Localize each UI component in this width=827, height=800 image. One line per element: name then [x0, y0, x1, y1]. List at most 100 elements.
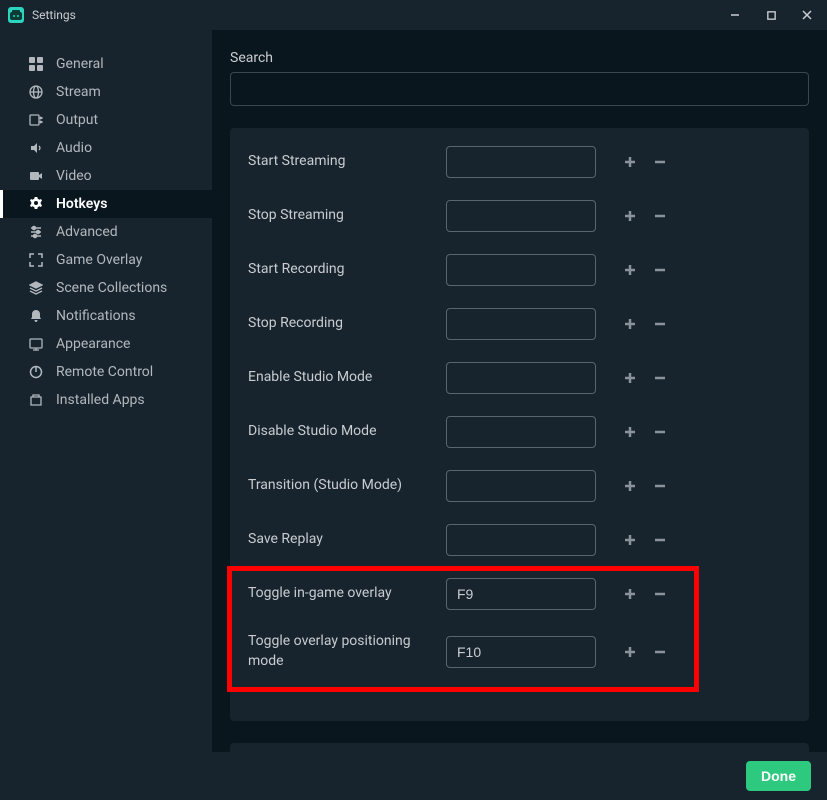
remove-hotkey-button[interactable]	[648, 582, 672, 606]
sidebar-item-label: Hotkeys	[56, 196, 107, 212]
maximize-button[interactable]	[759, 3, 783, 27]
appearance-icon	[28, 336, 44, 352]
add-hotkey-button[interactable]	[618, 312, 642, 336]
hotkey-row-stop-streaming: Stop Streaming	[248, 200, 791, 232]
window-title: Settings	[32, 8, 715, 22]
hotkey-label: Toggle in-game overlay	[248, 584, 436, 604]
add-hotkey-button[interactable]	[618, 474, 642, 498]
hotkey-label: Toggle overlay positioning mode	[248, 632, 436, 671]
hotkey-row-start-recording: Start Recording	[248, 254, 791, 286]
remove-hotkey-button[interactable]	[648, 528, 672, 552]
expand-icon	[28, 252, 44, 268]
sidebar-item-label: Notifications	[56, 308, 136, 324]
hotkey-label: Disable Studio Mode	[248, 422, 436, 442]
sidebar-item-label: Advanced	[56, 224, 118, 240]
sidebar-item-label: Output	[56, 112, 98, 128]
sidebar-item-label: Remote Control	[56, 364, 153, 380]
add-hotkey-button[interactable]	[618, 150, 642, 174]
hotkey-row-stop-recording: Stop Recording	[248, 308, 791, 340]
add-hotkey-button[interactable]	[618, 204, 642, 228]
video-icon	[28, 168, 44, 184]
hotkey-input[interactable]	[446, 308, 596, 340]
minimize-button[interactable]	[723, 3, 747, 27]
content-area: Search Start Streaming Stop Streaming	[212, 30, 827, 752]
remove-hotkey-button[interactable]	[648, 366, 672, 390]
add-hotkey-button[interactable]	[618, 528, 642, 552]
sidebar-item-label: Scene Collections	[56, 280, 167, 296]
add-hotkey-button[interactable]	[618, 582, 642, 606]
output-icon	[28, 112, 44, 128]
remove-hotkey-button[interactable]	[648, 258, 672, 282]
hotkey-row-toggle-positioning: Toggle overlay positioning mode	[248, 632, 791, 671]
hotage-label: Save Replay	[248, 530, 436, 550]
hotkey-label: Start Recording	[248, 260, 436, 280]
remove-hotkey-button[interactable]	[648, 150, 672, 174]
sidebar: General Stream Output Audio Video Hotkey…	[0, 30, 212, 752]
sidebar-item-scene-collections[interactable]: Scene Collections	[0, 274, 212, 302]
hotkey-row-disable-studio-mode: Disable Studio Mode	[248, 416, 791, 448]
remove-hotkey-button[interactable]	[648, 420, 672, 444]
globe-icon	[28, 84, 44, 100]
sidebar-item-notifications[interactable]: Notifications	[0, 302, 212, 330]
sidebar-item-label: Audio	[56, 140, 92, 156]
sidebar-item-game-overlay[interactable]: Game Overlay	[0, 246, 212, 274]
next-panel-preview	[230, 743, 809, 752]
hotkey-row-save-replay: Save Replay	[248, 524, 791, 556]
hotkey-row-toggle-overlay: Toggle in-game overlay	[248, 578, 791, 610]
sliders-icon	[28, 224, 44, 240]
hotkey-input[interactable]	[446, 200, 596, 232]
add-hotkey-button[interactable]	[618, 420, 642, 444]
hotkey-input[interactable]	[446, 578, 596, 610]
hotkey-label: Stop Recording	[248, 314, 436, 334]
add-hotkey-button[interactable]	[618, 366, 642, 390]
search-input[interactable]	[230, 72, 809, 106]
sidebar-item-hotkeys[interactable]: Hotkeys	[0, 190, 212, 218]
power-icon	[28, 364, 44, 380]
sidebar-item-remote-control[interactable]: Remote Control	[0, 358, 212, 386]
bell-icon	[28, 308, 44, 324]
apps-icon	[28, 392, 44, 408]
remove-hotkey-button[interactable]	[648, 640, 672, 664]
hotkey-input[interactable]	[446, 146, 596, 178]
sidebar-item-advanced[interactable]: Advanced	[0, 218, 212, 246]
search-label: Search	[230, 50, 809, 66]
remove-hotkey-button[interactable]	[648, 474, 672, 498]
close-button[interactable]	[795, 3, 819, 27]
sidebar-item-installed-apps[interactable]: Installed Apps	[0, 386, 212, 414]
gear-icon	[28, 196, 44, 212]
sidebar-item-output[interactable]: Output	[0, 106, 212, 134]
hotkeys-panel: Start Streaming Stop Streaming Start Rec…	[230, 128, 809, 721]
hotkey-row-transition: Transition (Studio Mode)	[248, 470, 791, 502]
hotkey-label: Stop Streaming	[248, 206, 436, 226]
hotkey-input[interactable]	[446, 362, 596, 394]
hotkey-input[interactable]	[446, 470, 596, 502]
hotkey-row-enable-studio-mode: Enable Studio Mode	[248, 362, 791, 394]
hotkey-label: Transition (Studio Mode)	[248, 476, 436, 496]
hotkey-input[interactable]	[446, 524, 596, 556]
remove-hotkey-button[interactable]	[648, 204, 672, 228]
done-button[interactable]: Done	[746, 761, 811, 791]
add-hotkey-button[interactable]	[618, 258, 642, 282]
sidebar-item-audio[interactable]: Audio	[0, 134, 212, 162]
hotkey-row-start-streaming: Start Streaming	[248, 146, 791, 178]
layers-icon	[28, 280, 44, 296]
hotkey-input[interactable]	[446, 416, 596, 448]
sidebar-item-label: Game Overlay	[56, 252, 142, 268]
sidebar-item-label: Installed Apps	[56, 392, 145, 408]
sidebar-item-label: Video	[56, 168, 92, 184]
hotkey-input[interactable]	[446, 254, 596, 286]
sidebar-item-stream[interactable]: Stream	[0, 78, 212, 106]
hotkey-input[interactable]	[446, 636, 596, 668]
sidebar-item-general[interactable]: General	[0, 50, 212, 78]
sidebar-item-label: Stream	[56, 84, 101, 100]
hotkey-label: Start Streaming	[248, 152, 436, 172]
bottom-bar: Done	[0, 752, 827, 800]
audio-icon	[28, 140, 44, 156]
add-hotkey-button[interactable]	[618, 640, 642, 664]
sidebar-item-label: General	[56, 56, 104, 72]
window-controls	[723, 3, 819, 27]
titlebar: Settings	[0, 0, 827, 30]
remove-hotkey-button[interactable]	[648, 312, 672, 336]
sidebar-item-appearance[interactable]: Appearance	[0, 330, 212, 358]
sidebar-item-video[interactable]: Video	[0, 162, 212, 190]
